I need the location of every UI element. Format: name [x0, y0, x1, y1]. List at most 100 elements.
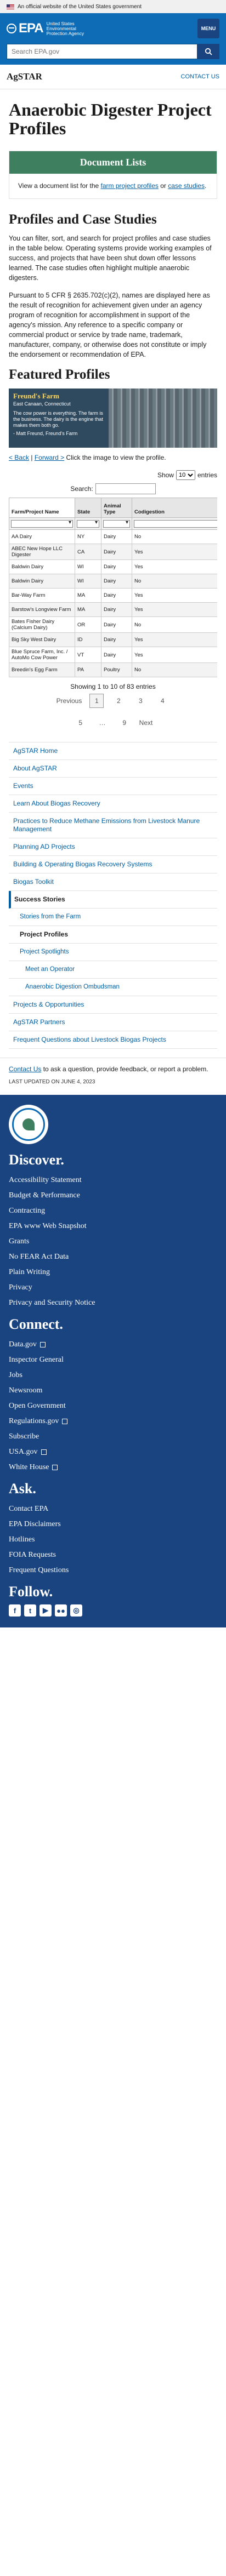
sidenav-item-learn-biogas[interactable]: Learn About Biogas Recovery — [9, 795, 217, 813]
search-input[interactable] — [7, 44, 197, 59]
footer-link-contact-epa[interactable]: Contact EPA — [9, 1501, 217, 1517]
name-filter-select[interactable] — [11, 519, 73, 528]
youtube-icon[interactable]: ▶ — [39, 1604, 52, 1617]
sidenav-item-projects[interactable]: Projects & Opportunities — [9, 996, 217, 1014]
sidenav-item-partners[interactable]: AgSTAR Partners — [9, 1014, 217, 1031]
footer-link-hotlines[interactable]: Hotlines — [9, 1532, 217, 1547]
page-button[interactable]: 4 — [155, 694, 170, 708]
sidenav-item-success-stories[interactable]: Success Stories — [9, 891, 217, 909]
sidenav-item-project-spotlights[interactable]: Project Spotlights — [9, 944, 217, 961]
footer-link-newsroom[interactable]: Newsroom — [9, 1383, 217, 1398]
footer-link-open-government[interactable]: Open Government — [9, 1398, 217, 1414]
instagram-icon[interactable]: ◎ — [70, 1604, 82, 1617]
footer-link-faq[interactable]: Frequent Questions — [9, 1563, 217, 1578]
column-header-name[interactable]: Farm/Project Name — [9, 498, 75, 518]
state-filter-select[interactable] — [77, 519, 99, 528]
footer-link-privacy[interactable]: Privacy — [9, 1280, 217, 1295]
sidenav-item-toolkit[interactable]: Biogas Toolkit — [9, 873, 217, 891]
footer-link-privacy-security[interactable]: Privacy and Security Notice — [9, 1295, 217, 1311]
profiles-heading: Profiles and Case Studies — [9, 212, 157, 227]
contact-us-link[interactable]: CONTACT US — [181, 73, 220, 80]
cell-name[interactable]: Baldwin Dairy — [9, 574, 75, 589]
page-button[interactable]: 9 — [117, 716, 132, 730]
sidenav-item-agstar-home[interactable]: AgSTAR Home — [9, 742, 217, 760]
page-button[interactable]: 2 — [111, 694, 126, 708]
discover-heading: Discover. — [9, 1152, 64, 1168]
connect-list: Data.gov Inspector General Jobs Newsroom… — [9, 1337, 217, 1475]
table-search-input[interactable] — [95, 483, 156, 494]
search-button[interactable] — [197, 44, 219, 59]
page-button[interactable]: 5 — [74, 716, 88, 730]
footer-link-no-fear[interactable]: No FEAR Act Data — [9, 1249, 217, 1265]
cell-name[interactable]: Bates Fisher Dairy (Calcium Dairy) — [9, 616, 75, 633]
column-header-codigestion[interactable]: Codigestion — [132, 498, 217, 518]
sidenav-item-practices[interactable]: Practices to Reduce Methane Emissions fr… — [9, 813, 217, 838]
cell-name[interactable]: Big Sky West Dairy — [9, 632, 75, 647]
cell-codigestion: No — [132, 529, 217, 544]
cell-name[interactable]: AA Dairy — [9, 529, 75, 544]
footer-link-subscribe[interactable]: Subscribe — [9, 1429, 217, 1444]
page-button-current[interactable]: 1 — [89, 694, 104, 708]
cell-name[interactable]: Breedin's Egg Farm — [9, 662, 75, 677]
sidenav-item-building[interactable]: Building & Operating Biogas Recovery Sys… — [9, 856, 217, 873]
footer-link-data-gov[interactable]: Data.gov — [9, 1337, 217, 1352]
cell-codigestion: Yes — [132, 559, 217, 574]
sidenav-item-faq[interactable]: Frequent Questions about Livestock Bioga… — [9, 1031, 217, 1049]
footer-link-disclaimers[interactable]: EPA Disclaimers — [9, 1517, 217, 1532]
footer-link-accessibility[interactable]: Accessibility Statement — [9, 1173, 217, 1188]
sidenav-item-stories-farm[interactable]: Stories from the Farm — [9, 909, 217, 926]
table-row: Barstow's Longview Farm MA Dairy Yes — [9, 602, 217, 617]
featured-profile-image[interactable]: Freund's Farm East Canaan, Connecticut T… — [9, 389, 217, 448]
cell-name[interactable]: Barstow's Longview Farm — [9, 602, 75, 617]
sidenav-item-events[interactable]: Events — [9, 778, 217, 795]
table-search: Search: — [9, 483, 217, 494]
flickr-icon[interactable]: ●● — [55, 1604, 67, 1617]
footer-link-plain-writing[interactable]: Plain Writing — [9, 1265, 217, 1280]
footer-link-jobs[interactable]: Jobs — [9, 1368, 217, 1383]
footer-link-white-house[interactable]: White House — [9, 1460, 217, 1475]
previous-button[interactable]: Previous — [56, 697, 82, 705]
footer-link-foia[interactable]: FOIA Requests — [9, 1547, 217, 1563]
page-button[interactable]: 3 — [133, 694, 148, 708]
codigestion-filter-select[interactable] — [134, 519, 217, 528]
cell-name[interactable]: Baldwin Dairy — [9, 559, 75, 574]
subsite-name[interactable]: AgSTAR — [7, 71, 42, 82]
next-button[interactable]: Next — [139, 719, 153, 727]
table-row: Baldwin Dairy WI Dairy No — [9, 574, 217, 589]
footer-link-inspector-general[interactable]: Inspector General — [9, 1352, 217, 1368]
forward-link[interactable]: Forward > — [35, 454, 64, 461]
footer-link-contracting[interactable]: Contracting — [9, 1203, 217, 1219]
footer-link-regulations-gov[interactable]: Regulations.gov — [9, 1414, 217, 1429]
epa-logo[interactable]: EPA United States Environmental Protecti… — [7, 21, 96, 36]
sidenav-item-about[interactable]: About AgSTAR — [9, 760, 217, 778]
footer-link-budget[interactable]: Budget & Performance — [9, 1188, 217, 1203]
animal-filter-select[interactable] — [103, 519, 130, 528]
contact-line-text: to ask a question, provide feedback, or … — [41, 1065, 208, 1073]
cell-state: VT — [75, 647, 101, 663]
entries-select[interactable]: 10 — [176, 470, 195, 480]
footer-link-web-snapshot[interactable]: EPA www Web Snapshot — [9, 1219, 217, 1234]
cell-name[interactable]: ABEC New Hope LLC Digester — [9, 544, 75, 560]
cell-name[interactable]: Blue Spruce Farm, Inc. / AutoMo Cow Powe… — [9, 647, 75, 663]
contact-us-footer-link[interactable]: Contact Us — [9, 1065, 41, 1073]
menu-button[interactable]: MENU — [197, 19, 219, 38]
table-row: Bar-Way Farm MA Dairy Yes — [9, 588, 217, 603]
sidenav-item-ombudsman[interactable]: Anaerobic Digestion Ombudsman — [9, 979, 217, 996]
sidenav-item-meet-operator[interactable]: Meet an Operator — [9, 961, 217, 979]
case-studies-link[interactable]: case studies — [168, 182, 205, 190]
twitter-icon[interactable]: t — [24, 1604, 36, 1617]
column-header-state[interactable]: State — [75, 498, 101, 518]
back-link[interactable]: < Back — [9, 454, 29, 461]
sidenav-item-planning[interactable]: Planning AD Projects — [9, 838, 217, 856]
cell-state: PA — [75, 662, 101, 677]
footer-link-usa-gov[interactable]: USA.gov — [9, 1444, 217, 1460]
column-header-animal-type[interactable]: Animal Type — [101, 498, 132, 518]
cell-name[interactable]: Bar-Way Farm — [9, 588, 75, 603]
facebook-icon[interactable]: f — [9, 1604, 21, 1617]
show-label: Show — [157, 471, 174, 479]
footer-link-grants[interactable]: Grants — [9, 1234, 217, 1249]
farm-project-profiles-link[interactable]: farm project profiles — [101, 182, 159, 190]
sidenav-item-project-profiles[interactable]: Project Profiles — [9, 926, 217, 944]
disclaimer-paragraph: Pursuant to 5 CFR § 2635.702(c)(2), name… — [9, 292, 210, 358]
subsite-bar: AgSTAR CONTACT US — [0, 65, 226, 89]
